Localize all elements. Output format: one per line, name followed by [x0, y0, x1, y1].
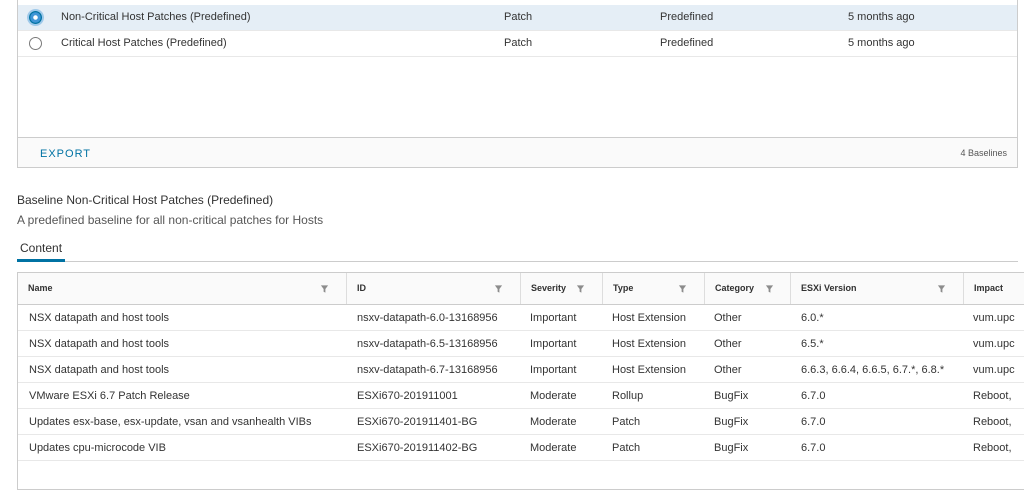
cell-id: nsxv-datapath-6.0-13168956 — [357, 312, 498, 324]
table-row[interactable]: NSX datapath and host tools nsxv-datapat… — [18, 331, 1024, 357]
cell-esxi-version: 6.7.0 — [801, 442, 826, 454]
cell-type: Patch — [612, 416, 641, 428]
column-header-impact[interactable]: Impact — [963, 273, 1024, 304]
baseline-content: Patch — [504, 37, 533, 49]
cell-category: BugFix — [714, 416, 749, 428]
tab-content[interactable]: Content — [17, 241, 66, 262]
filter-icon[interactable] — [937, 284, 946, 294]
table-row[interactable]: VMware ESXi 6.7 Patch Release ESXi670-20… — [18, 383, 1024, 409]
cell-esxi-version: 6.7.0 — [801, 416, 826, 428]
details-tab-bar: Content — [17, 237, 1018, 262]
cell-impact: vum.upc — [973, 312, 1015, 324]
cell-id: ESXi670-201911402-BG — [357, 442, 478, 454]
cell-name: NSX datapath and host tools — [29, 364, 170, 376]
baseline-radio[interactable] — [29, 37, 42, 50]
cell-esxi-version: 6.0.* — [801, 312, 824, 324]
content-grid-header: Name ID Severity Type Category ESXi Vers… — [18, 273, 1024, 305]
column-header-esxi-version[interactable]: ESXi Version — [790, 273, 963, 304]
cell-type: Host Extension — [612, 364, 686, 376]
cell-category: BugFix — [714, 442, 749, 454]
cell-name: NSX datapath and host tools — [29, 338, 170, 350]
cell-category: Other — [714, 364, 742, 376]
baseline-name: Non-Critical Host Patches (Predefined) — [61, 11, 251, 23]
cell-id: nsxv-datapath-6.7-13168956 — [357, 364, 498, 376]
table-row[interactable]: Updates cpu-microcode VIB ESXi670-201911… — [18, 435, 1024, 461]
cell-esxi-version: 6.7.0 — [801, 390, 826, 402]
baseline-type: Predefined — [660, 37, 714, 49]
cell-severity: Moderate — [530, 416, 577, 428]
cell-esxi-version: 6.6.3, 6.6.4, 6.6.5, 6.7.*, 6.8.* — [801, 364, 945, 376]
cell-severity: Important — [530, 338, 577, 350]
export-button[interactable]: EXPORT — [40, 148, 91, 160]
column-header-severity[interactable]: Severity — [520, 273, 602, 304]
filter-icon[interactable] — [678, 284, 687, 294]
cell-id: ESXi670-201911401-BG — [357, 416, 478, 428]
cell-category: Other — [714, 338, 742, 350]
cell-impact: vum.upc — [973, 338, 1015, 350]
cell-esxi-version: 6.5.* — [801, 338, 824, 350]
cell-impact: vum.upc — [973, 364, 1015, 376]
baseline-content: Patch — [504, 11, 533, 23]
cell-severity: Important — [530, 312, 577, 324]
baseline-name: Critical Host Patches (Predefined) — [61, 37, 227, 49]
cell-category: BugFix — [714, 390, 749, 402]
baseline-last-modified: 5 months ago — [848, 37, 915, 49]
baseline-count: 4 Baselines — [960, 148, 1007, 158]
baseline-row[interactable]: Non-Critical Host Patches (Predefined) P… — [18, 5, 1017, 31]
grid-footer: EXPORT 4 Baselines — [18, 137, 1017, 167]
column-header-category[interactable]: Category — [704, 273, 790, 304]
table-row[interactable]: Updates esx-base, esx-update, vsan and v… — [18, 409, 1024, 435]
cell-name: NSX datapath and host tools — [29, 312, 170, 324]
baseline-description: A predefined baseline for all non-critic… — [17, 213, 324, 227]
cell-severity: Moderate — [530, 390, 577, 402]
baseline-radio[interactable] — [29, 11, 42, 24]
cell-type: Host Extension — [612, 338, 686, 350]
cell-id: ESXi670-201911001 — [357, 390, 458, 402]
filter-icon[interactable] — [576, 284, 585, 294]
table-row[interactable]: NSX datapath and host tools nsxv-datapat… — [18, 305, 1024, 331]
cell-name: VMware ESXi 6.7 Patch Release — [29, 390, 190, 402]
cell-type: Host Extension — [612, 312, 686, 324]
baselines-grid: Non-Critical Host Patches (Predefined) P… — [17, 0, 1018, 168]
cell-name: Updates esx-base, esx-update, vsan and v… — [29, 416, 312, 428]
cell-type: Patch — [612, 442, 641, 454]
content-grid: Name ID Severity Type Category ESXi Vers… — [17, 272, 1024, 490]
baseline-details-title: Baseline Non-Critical Host Patches (Pred… — [17, 193, 274, 207]
cell-type: Rollup — [612, 390, 644, 402]
baseline-type: Predefined — [660, 11, 714, 23]
filter-icon[interactable] — [320, 284, 329, 294]
baseline-row[interactable]: Critical Host Patches (Predefined) Patch… — [18, 31, 1017, 57]
column-header-id[interactable]: ID — [346, 273, 520, 304]
baseline-last-modified: 5 months ago — [848, 11, 915, 23]
cell-category: Other — [714, 312, 742, 324]
column-header-name[interactable]: Name — [18, 273, 346, 304]
table-row[interactable]: NSX datapath and host tools nsxv-datapat… — [18, 357, 1024, 383]
cell-impact: Reboot, — [973, 390, 1012, 402]
filter-icon[interactable] — [494, 284, 503, 294]
cell-severity: Moderate — [530, 442, 577, 454]
filter-icon[interactable] — [765, 284, 774, 294]
column-header-type[interactable]: Type — [602, 273, 704, 304]
cell-impact: Reboot, — [973, 416, 1012, 428]
cell-id: nsxv-datapath-6.5-13168956 — [357, 338, 498, 350]
cell-impact: Reboot, — [973, 442, 1012, 454]
cell-severity: Important — [530, 364, 577, 376]
cell-name: Updates cpu-microcode VIB — [29, 442, 166, 454]
